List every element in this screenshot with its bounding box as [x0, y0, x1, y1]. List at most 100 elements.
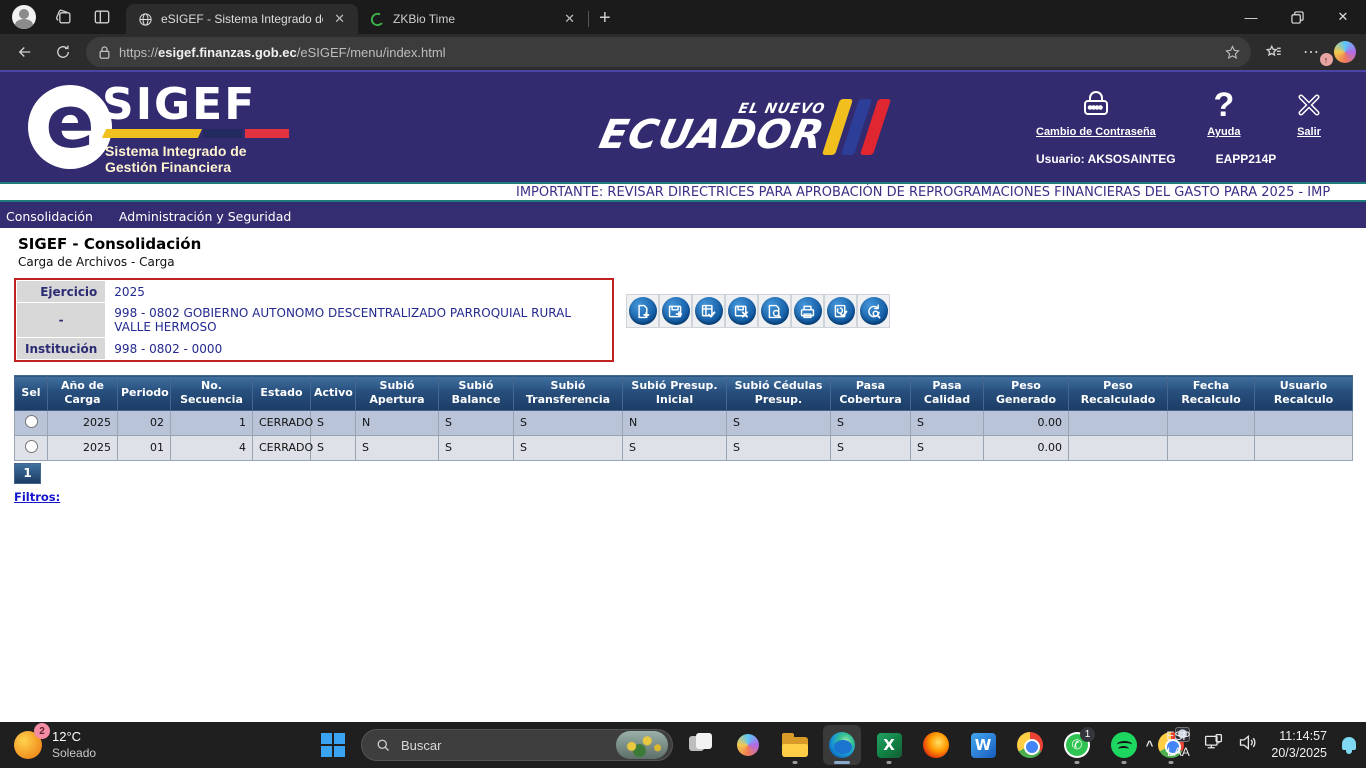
validate-record-button[interactable] [692, 294, 725, 328]
spotify-button[interactable] [1105, 725, 1143, 765]
file-explorer-button[interactable] [776, 725, 814, 765]
cell: 2025 [48, 410, 118, 435]
edge-button[interactable] [823, 725, 861, 765]
new-tab-button[interactable]: + [589, 7, 623, 34]
weather-widget[interactable]: 2 12°C Soleado [14, 729, 96, 760]
approve-record-button[interactable] [824, 294, 857, 328]
delete-record-button[interactable] [725, 294, 758, 328]
row-select-radio[interactable] [25, 415, 38, 428]
whatsapp-badge: 1 [1080, 727, 1095, 742]
excel-button[interactable]: X [870, 725, 908, 765]
browser-menu-button[interactable]: ⋯ ↑ [1297, 42, 1326, 62]
param-row-entidad: - 998 - 0802 GOBIERNO AUTONOMO DESCENTRA… [17, 303, 612, 338]
chrome-button[interactable] [1011, 725, 1049, 765]
col-subio-cedulas: Subió Cédulas Presup. [727, 376, 831, 411]
firefox-button[interactable] [917, 725, 955, 765]
help-icon: ? [1214, 88, 1235, 122]
col-subio-presup-inicial: Subió Presup. Inicial [623, 376, 727, 411]
zkbio-icon [370, 12, 385, 27]
favorites-bar-icon[interactable] [1259, 37, 1289, 67]
new-record-button[interactable] [626, 294, 659, 328]
menu-administracion[interactable]: Administración y Seguridad [119, 209, 291, 224]
cell [1255, 435, 1353, 460]
ecuador-logo-line2: ECUADOR [596, 117, 827, 153]
change-password-button[interactable]: Cambio de Contraseña [1036, 88, 1156, 140]
page-subtitle: Carga de Archivos - Carga [18, 255, 1366, 269]
browser-tab-strip: eSIGEF - Sistema Integrado de Ge ✕ ZKBio… [0, 0, 1366, 34]
save-record-button[interactable] [659, 294, 692, 328]
task-view-icon [689, 733, 713, 757]
app-menubar: Consolidación Administración y Seguridad [0, 204, 1366, 228]
profile-avatar[interactable] [12, 5, 36, 29]
col-pasa-calidad: Pasa Calidad [911, 376, 984, 411]
refresh-button[interactable] [48, 37, 78, 67]
table-row: 2025 01 4 CERRADO S S S S S S S S 0.00 [15, 435, 1353, 460]
print-record-button[interactable] [791, 294, 824, 328]
start-button[interactable] [314, 725, 352, 765]
whatsapp-button[interactable]: ✆ 1 [1058, 725, 1096, 765]
cell [1069, 410, 1168, 435]
esigef-logo-e: e [28, 85, 112, 169]
window-restore-button[interactable] [1274, 0, 1320, 34]
task-view-button[interactable] [682, 725, 720, 765]
tab-zkbio[interactable]: ZKBio Time ✕ [358, 4, 588, 34]
cell: S [439, 435, 514, 460]
page-number-button[interactable]: 1 [14, 463, 41, 484]
volume-icon[interactable] [1237, 732, 1258, 758]
table-header-row: Sel Año de Carga Periodo No. Secuencia E… [15, 376, 1353, 411]
param-label: - [17, 303, 106, 338]
copilot-taskbar-button[interactable] [729, 725, 767, 765]
col-peso-generado: Peso Generado [984, 376, 1069, 411]
notification-bell-icon[interactable] [1340, 736, 1358, 754]
clock-widget[interactable]: 11:14:57 20/3/2025 [1271, 728, 1327, 762]
taskbar-search[interactable]: Buscar [361, 729, 673, 761]
col-no-secuencia: No. Secuencia [171, 376, 253, 411]
logout-button[interactable]: Salir [1292, 88, 1326, 140]
logged-user-label: Usuario: AKSOSAINTEG [1036, 152, 1176, 166]
help-button[interactable]: ? Ayuda [1207, 88, 1240, 140]
back-button[interactable] [10, 37, 40, 67]
weather-temp: 12°C [52, 729, 96, 745]
tab-close-icon[interactable]: ✕ [561, 11, 578, 27]
window-close-button[interactable]: ✕ [1320, 0, 1366, 34]
search-daily-image [616, 731, 668, 759]
record-toolbar [626, 294, 890, 328]
copilot-icon[interactable] [1334, 41, 1356, 63]
tab-title: eSIGEF - Sistema Integrado de Ge [161, 12, 323, 26]
globe-icon [138, 12, 153, 27]
preview-record-button[interactable] [758, 294, 791, 328]
workspaces-icon[interactable] [54, 7, 74, 27]
favorite-star-icon[interactable] [1224, 44, 1241, 61]
firefox-icon [923, 732, 949, 758]
filters-link[interactable]: Filtros: [14, 490, 60, 504]
vertical-tabs-icon[interactable] [92, 7, 112, 27]
cell: N [623, 410, 727, 435]
cell: 01 [118, 435, 171, 460]
cell: CERRADO [253, 410, 311, 435]
tab-esigef[interactable]: eSIGEF - Sistema Integrado de Ge ✕ [126, 4, 358, 34]
col-subio-apertura: Subió Apertura [356, 376, 439, 411]
cell: S [831, 410, 911, 435]
site-lock-icon[interactable] [98, 45, 111, 60]
new-record-icon [629, 297, 657, 325]
terminal-code-label: EAPP214P [1216, 152, 1277, 166]
save-record-icon [662, 297, 690, 325]
col-subio-transferencia: Subió Transferencia [514, 376, 623, 411]
word-button[interactable]: W [964, 725, 1002, 765]
file-explorer-icon [782, 737, 808, 757]
window-minimize-button[interactable]: — [1228, 0, 1274, 34]
parameters-box: Ejercicio 2025 - 998 - 0802 GOBIERNO AUT… [14, 278, 614, 362]
cell: S [911, 410, 984, 435]
tray-expand-icon[interactable]: ^ [1146, 738, 1154, 753]
address-bar[interactable]: https://esigef.finanzas.gob.ec/eSIGEF/me… [86, 37, 1251, 67]
consult-record-button[interactable] [857, 294, 890, 328]
spotify-icon [1111, 732, 1137, 758]
network-icon[interactable] [1203, 732, 1224, 758]
cell [1255, 410, 1353, 435]
sun-icon: 2 [14, 731, 42, 759]
row-select-radio[interactable] [25, 440, 38, 453]
menu-consolidacion[interactable]: Consolidación [6, 209, 93, 224]
cell: 0.00 [984, 410, 1069, 435]
tab-close-icon[interactable]: ✕ [331, 11, 348, 27]
language-indicator[interactable]: ESP LAA [1166, 729, 1190, 760]
